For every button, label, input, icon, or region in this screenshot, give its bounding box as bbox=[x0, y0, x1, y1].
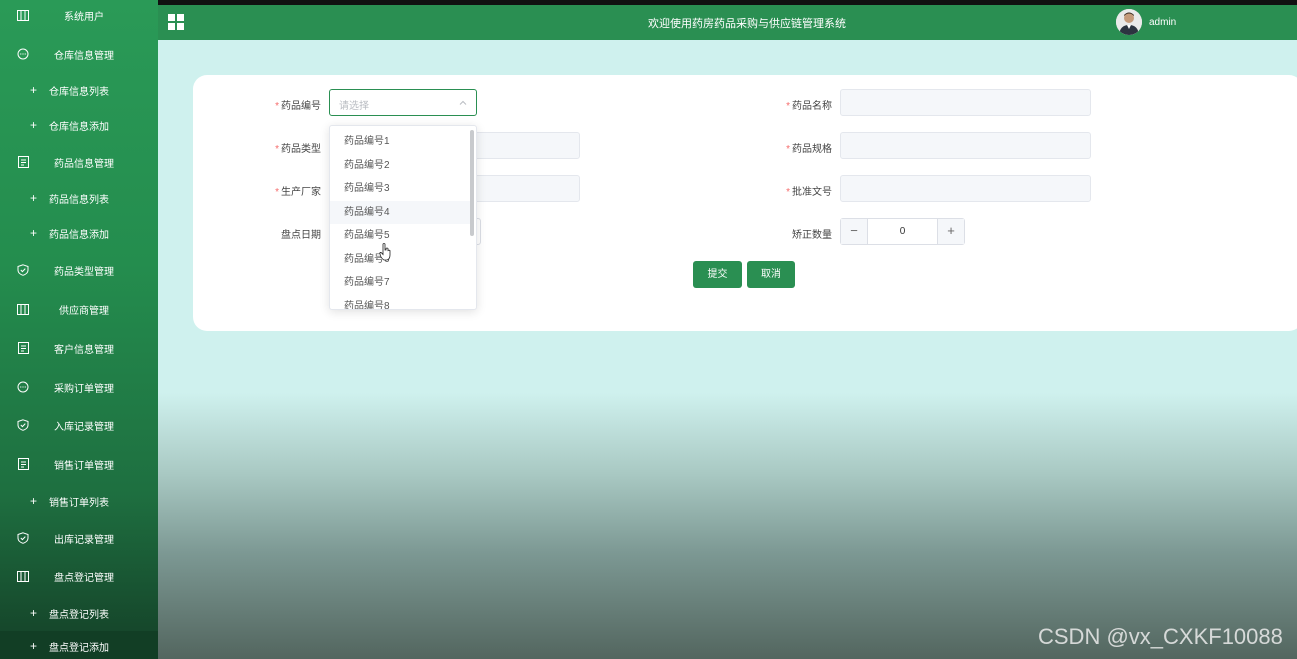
sidebar-item-customer[interactable]: 客户信息管理 bbox=[0, 330, 158, 366]
drug-code-label: * 药品编号 bbox=[275, 101, 321, 112]
plus-icon: + bbox=[30, 83, 38, 97]
approval-no-label: * 批准文号 bbox=[786, 187, 832, 198]
drug-code-select[interactable]: 请选择 bbox=[329, 89, 477, 116]
drug-name-input[interactable] bbox=[840, 89, 1091, 116]
sidebar-item-label: 销售订单列表 bbox=[49, 497, 109, 509]
correction-qty-stepper[interactable]: − 0 + bbox=[840, 218, 965, 245]
drug-type-label: * 药品类型 bbox=[275, 144, 321, 155]
dropdown-option[interactable]: 药品编号1 bbox=[330, 130, 470, 153]
sidebar-subitem-drug-add[interactable]: + 药品信息添加 bbox=[0, 215, 158, 251]
manufacturer-label: * 生产厂家 bbox=[275, 187, 321, 198]
sidebar: 系统用户 仓库信息管理 + 仓库信息列表 + 仓库信息添加 药品信息管理 + 药… bbox=[0, 0, 158, 659]
sidebar-item-label: 药品信息添加 bbox=[49, 229, 109, 241]
sidebar-item-label: 供应商管理 bbox=[59, 305, 109, 317]
chevron-up-icon bbox=[458, 98, 468, 108]
dropdown-option[interactable]: 药品编号8 bbox=[330, 295, 470, 309]
dropdown-scrollbar[interactable] bbox=[470, 130, 474, 236]
sidebar-subitem-inventory-add[interactable]: + 盘点登记添加 bbox=[0, 631, 158, 659]
sidebar-item-label: 仓库信息列表 bbox=[49, 86, 109, 98]
correction-qty-label: 矫正数量 bbox=[792, 230, 832, 241]
drug-name-label: * 药品名称 bbox=[786, 101, 832, 112]
sidebar-subitem-warehouse-list[interactable]: + 仓库信息列表 bbox=[0, 72, 158, 108]
approval-no-input[interactable] bbox=[840, 175, 1091, 202]
dropdown-option[interactable]: 药品编号5 bbox=[330, 224, 470, 247]
plus-icon: + bbox=[30, 639, 38, 653]
drug-code-dropdown: 药品编号1 药品编号2 药品编号3 药品编号4 药品编号5 药品编号6 药品编号… bbox=[329, 125, 477, 310]
sidebar-item-label: 药品信息管理 bbox=[54, 158, 114, 170]
sidebar-item-label: 采购订单管理 bbox=[54, 383, 114, 395]
username[interactable]: admin bbox=[1149, 17, 1176, 28]
sidebar-item-drug-type[interactable]: 药品类型管理 bbox=[0, 252, 158, 288]
sidebar-item-supplier[interactable]: 供应商管理 bbox=[0, 291, 158, 327]
sidebar-item-label: 出库记录管理 bbox=[54, 534, 114, 546]
sidebar-item-label: 盘点登记列表 bbox=[49, 609, 109, 621]
drug-spec-input[interactable] bbox=[840, 132, 1091, 159]
sidebar-item-label: 盘点登记添加 bbox=[49, 642, 109, 654]
sidebar-item-label: 药品信息列表 bbox=[49, 194, 109, 206]
sidebar-subitem-drug-list[interactable]: + 药品信息列表 bbox=[0, 180, 158, 216]
sidebar-item-label: 客户信息管理 bbox=[54, 344, 114, 356]
sidebar-item-inbound[interactable]: 入库记录管理 bbox=[0, 407, 158, 443]
sidebar-item-label: 销售订单管理 bbox=[54, 460, 114, 472]
sidebar-item-label: 仓库信息管理 bbox=[54, 50, 114, 62]
sidebar-item-label: 盘点登记管理 bbox=[54, 572, 114, 584]
dropdown-option-hovered[interactable]: 药品编号4 bbox=[330, 201, 470, 224]
sidebar-item-label: 药品类型管理 bbox=[54, 266, 114, 278]
plus-icon: + bbox=[30, 494, 38, 508]
sidebar-item-system-users[interactable]: 系统用户 bbox=[0, 0, 158, 33]
sidebar-subitem-inventory-list[interactable]: + 盘点登记列表 bbox=[0, 595, 158, 631]
avatar[interactable] bbox=[1116, 9, 1142, 35]
sidebar-subitem-warehouse-add[interactable]: + 仓库信息添加 bbox=[0, 107, 158, 143]
hand-pointer-icon bbox=[379, 243, 392, 261]
dropdown-option[interactable]: 药品编号6 bbox=[330, 248, 470, 271]
dropdown-option[interactable]: 药品编号7 bbox=[330, 271, 470, 294]
plus-icon: + bbox=[30, 118, 38, 132]
sidebar-item-sales-order[interactable]: 销售订单管理 bbox=[0, 446, 158, 482]
sidebar-item-purchase-order[interactable]: 采购订单管理 bbox=[0, 369, 158, 405]
increment-button[interactable]: + bbox=[937, 219, 964, 244]
sidebar-item-drug-info[interactable]: 药品信息管理 bbox=[0, 144, 158, 180]
sidebar-item-label: 仓库信息添加 bbox=[49, 121, 109, 133]
correction-qty-value[interactable]: 0 bbox=[868, 226, 937, 237]
sidebar-subitem-sales-list[interactable]: + 销售订单列表 bbox=[0, 483, 158, 519]
plus-icon: + bbox=[30, 191, 38, 205]
sidebar-item-outbound[interactable]: 出库记录管理 bbox=[0, 520, 158, 556]
sidebar-item-inventory-check[interactable]: 盘点登记管理 bbox=[0, 558, 158, 594]
check-date-label: 盘点日期 bbox=[281, 230, 321, 241]
sidebar-item-label: 系统用户 bbox=[64, 11, 104, 23]
watermark: CSDN @vx_CXKF10088 bbox=[1038, 624, 1283, 649]
decrement-button[interactable]: − bbox=[841, 219, 868, 244]
sidebar-item-warehouse[interactable]: 仓库信息管理 bbox=[0, 36, 158, 72]
sidebar-item-label: 入库记录管理 bbox=[54, 421, 114, 433]
plus-icon: + bbox=[30, 226, 38, 240]
dropdown-option[interactable]: 药品编号2 bbox=[330, 154, 470, 177]
drug-spec-label: * 药品规格 bbox=[786, 144, 832, 155]
plus-icon: + bbox=[30, 606, 38, 620]
dropdown-option[interactable]: 药品编号3 bbox=[330, 177, 470, 200]
submit-button[interactable]: 提交 bbox=[693, 261, 742, 288]
cancel-button[interactable]: 取消 bbox=[747, 261, 795, 288]
drug-code-placeholder: 请选择 bbox=[339, 101, 369, 112]
top-header: 欢迎使用药房药品采购与供应链管理系统 admin bbox=[158, 5, 1297, 40]
